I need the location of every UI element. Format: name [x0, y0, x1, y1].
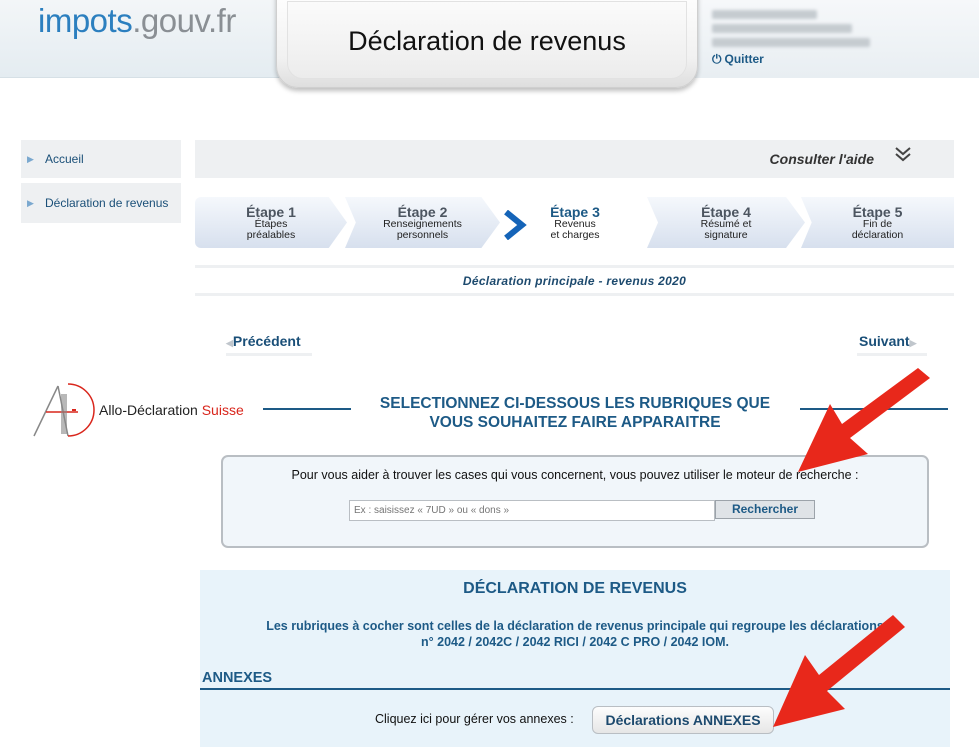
previous-underline — [226, 353, 312, 356]
power-icon: ⏻ — [712, 52, 722, 66]
step-3-current: Étape 3 Revenus et charges — [525, 197, 625, 248]
allo-declaration-watermark: Allo-Déclaration Suisse — [99, 402, 244, 418]
red-arrow-annotation-icon — [798, 368, 930, 472]
step-1: Étape 1 Étapes préalables — [195, 197, 347, 248]
quit-button[interactable]: ⏻ Quitter — [712, 52, 764, 67]
next-underline — [857, 353, 927, 356]
declaration-subtitle: Déclaration principale - revenus 2020 — [462, 274, 687, 288]
step-4: Étape 4 Résumé et signature — [647, 197, 805, 248]
page-title-tab: Déclaration de revenus — [276, 0, 698, 88]
declaration-title: DÉCLARATION DE REVENUS — [463, 580, 687, 597]
previous-button[interactable]: ◀Précédent — [226, 333, 301, 349]
sidebar-item-accueil[interactable]: ▶ Accueil — [21, 140, 181, 178]
double-chevron-down-icon[interactable] — [894, 145, 912, 164]
user-info-blurred — [712, 10, 870, 52]
step-2: Étape 2 Renseignements personnels — [345, 197, 500, 248]
annexes-button[interactable]: Déclarations ANNEXES — [592, 706, 774, 734]
triangle-right-icon: ▶ — [27, 154, 34, 164]
search-input[interactable] — [349, 500, 715, 521]
progress-steps: Étape 1 Étapes préalables Étape 2 Rensei… — [195, 197, 954, 248]
page-title: Déclaration de revenus — [348, 26, 626, 56]
select-heading-line-left — [263, 408, 351, 410]
select-heading: SELECTIONNEZ CI-DESSOUS LES RUBRIQUES QU… — [379, 395, 771, 431]
search-button[interactable]: Rechercher — [715, 500, 815, 519]
impots-logo[interactable]: impots.gouv.fr — [38, 2, 236, 40]
annexes-label: Cliquez ici pour gérer vos annexes : — [375, 712, 574, 726]
help-bar[interactable]: Consulter l'aide — [195, 140, 954, 178]
sidebar-item-declaration[interactable]: ▶ Déclaration de revenus — [21, 183, 181, 223]
triangle-right-icon: ▶ — [909, 338, 917, 348]
red-arrow-annotation-icon — [773, 615, 905, 727]
next-button[interactable]: Suivant▶ — [859, 333, 917, 349]
declaration-subtitle-bar: Déclaration principale - revenus 2020 — [195, 265, 954, 296]
annexes-heading: ANNEXES — [202, 670, 273, 686]
step-5: Étape 5 Fin de déclaration — [801, 197, 954, 248]
triangle-left-icon: ◀ — [226, 338, 233, 348]
triangle-right-icon: ▶ — [27, 198, 34, 208]
help-link[interactable]: Consulter l'aide — [770, 151, 874, 167]
